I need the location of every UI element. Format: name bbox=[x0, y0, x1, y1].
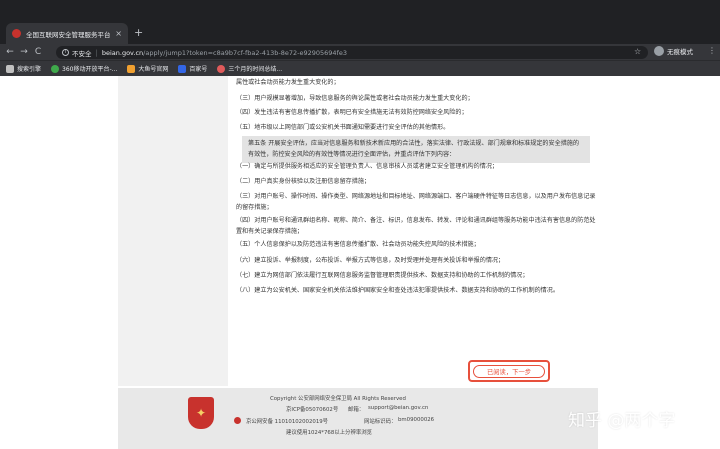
bookmark-label: 搜索引擎 bbox=[17, 66, 42, 73]
folder-icon bbox=[6, 64, 14, 73]
footer-email[interactable]: support@beian.gov.cn bbox=[368, 405, 428, 411]
info-icon[interactable]: i bbox=[62, 49, 69, 56]
zhihu-watermark: 知乎 @两个字 bbox=[568, 411, 676, 431]
left-side-panel bbox=[118, 76, 228, 386]
bookmark-item[interactable]: 360移动开放平台-... bbox=[51, 64, 117, 73]
site-footer: ✦ Copyright 公安部网络安全保卫局 All Rights Reserv… bbox=[118, 388, 598, 449]
browser-tab[interactable]: 全国互联网安全管理服务平台 × bbox=[6, 23, 128, 44]
back-button[interactable]: ← bbox=[3, 44, 17, 60]
security-status[interactable]: 不安全 bbox=[72, 48, 92, 58]
url-host[interactable]: beian.gov.cn bbox=[102, 49, 143, 57]
gongan-badge-icon bbox=[234, 417, 241, 424]
bookmarks-bar: 搜索引擎 360移动开放平台-... 大鱼号官网 百家号 三个月的时间总结... bbox=[0, 60, 720, 76]
footer-resolution-note: 建议使用1024*768以上分辨率浏览 bbox=[286, 430, 373, 436]
footer-email-label: 邮箱： bbox=[348, 407, 365, 413]
bookmark-label: 大鱼号官网 bbox=[138, 66, 169, 73]
browser-menu-icon[interactable]: ⋮ bbox=[708, 46, 716, 55]
agreement-paragraph: （三）对用户账号、操作时间、操作类型、网络源地址和目标地址、网络源端口、客户端硬… bbox=[236, 193, 596, 211]
agreement-paragraph: （四）发生违法有害信息传播扩散，表明已有安全措施无法有效防控网络安全风险的； bbox=[236, 109, 468, 116]
incognito-profile-button[interactable]: 无痕模式 bbox=[654, 46, 693, 56]
highlighted-clause: 第五条 开展安全评估，应当对信息服务和新技术新应用的合法性，落实法律、行政法规、… bbox=[242, 136, 590, 163]
tab-strip: 全国互联网安全管理服务平台 × + bbox=[0, 0, 720, 44]
police-emblem-icon: ✦ bbox=[188, 397, 214, 429]
address-bar[interactable]: i 不安全 | beian.gov.cn /apply/jump1?token=… bbox=[56, 46, 648, 59]
footer-gongan-record[interactable]: 京公网安备 11010102002019号 bbox=[246, 417, 328, 425]
tab-title: 全国互联网安全管理服务平台 bbox=[26, 30, 111, 39]
incognito-icon bbox=[654, 46, 664, 56]
omnibox-separator: | bbox=[95, 48, 98, 57]
agreement-paragraph: （六）建立投诉、举报制度，公布投诉、举报方式等信息，及时受理并处理有关投诉和举报… bbox=[236, 257, 505, 264]
profile-label: 无痕模式 bbox=[667, 48, 693, 56]
bookmark-item[interactable]: 大鱼号官网 bbox=[127, 64, 168, 73]
bookmark-item[interactable]: 三个月的时间总结... bbox=[217, 64, 282, 73]
bookmark-item[interactable]: 百家号 bbox=[178, 64, 207, 73]
bookmark-favicon-icon bbox=[51, 64, 60, 73]
agreement-paragraph: （四）对用户账号和通讯群组名称、昵称、简介、备注、标识，信息发布、转发、评论和通… bbox=[236, 217, 596, 235]
reload-button[interactable]: C bbox=[31, 44, 45, 60]
url-path[interactable]: /apply/jump1?token=c8a9b7cf-fba2-413b-8e… bbox=[143, 49, 347, 57]
agreement-paragraph: （一）确定与所提供服务相适应的安全管理负责人、信息审核人员或者建立安全管理机构的… bbox=[236, 163, 499, 170]
footer-icp[interactable]: 京ICP备05070602号 bbox=[286, 405, 338, 413]
new-tab-button[interactable]: + bbox=[134, 26, 143, 40]
agreement-paragraph: （三）用户规模显著增加，导致信息服务的舆论属性或者社会动员能力发生重大变化的； bbox=[236, 95, 474, 102]
bookmark-favicon-icon bbox=[178, 64, 187, 73]
forward-button[interactable]: → bbox=[17, 44, 31, 60]
agreement-paragraph: （五）地市级以上网信部门或公安机关书面通知需要进行安全评估的其他情形。 bbox=[236, 124, 450, 131]
bookmark-star-icon[interactable]: ☆ bbox=[634, 47, 641, 56]
agreement-paragraph: 属性或社会动员能力发生重大变化的； bbox=[236, 79, 340, 86]
bookmark-label: 360移动开放平台-... bbox=[62, 66, 118, 73]
tab-close-icon[interactable]: × bbox=[115, 29, 122, 38]
agreement-paragraph: （八）建立为公安机关、国家安全机关依法维护国家安全和查处违法犯罪提供技术、数据支… bbox=[236, 287, 559, 294]
page-viewport: 属性或社会动员能力发生重大变化的； （三）用户规模显著增加，导致信息服务的舆论属… bbox=[0, 76, 720, 449]
agreement-paragraph: （五）个人信息保护以及防范违法有害信息传播扩散、社会动员功能失控风险的技术措施； bbox=[236, 241, 480, 248]
bookmark-favicon-icon bbox=[127, 64, 136, 73]
footer-site-code: bm09000026 bbox=[398, 417, 435, 423]
browser-toolbar: ← → C i 不安全 | beian.gov.cn /apply/jump1?… bbox=[0, 44, 720, 60]
agreement-paragraph: （七）建立为网信部门依法履行互联网信息服务监督管理职责提供技术、数据支持和协助的… bbox=[236, 272, 529, 279]
footer-copyright: Copyright 公安部网络安全保卫局 All Rights Reserved bbox=[270, 396, 406, 402]
read-next-button-highlight: 已阅读，下一步 bbox=[468, 360, 550, 382]
bookmark-favicon-icon bbox=[217, 64, 226, 73]
bookmark-item[interactable]: 搜索引擎 bbox=[6, 64, 41, 73]
agreement-paragraph: （二）用户真实身份核验以及注册信息留存措施； bbox=[236, 178, 371, 185]
read-next-button[interactable]: 已阅读，下一步 bbox=[473, 364, 545, 378]
bookmark-label: 百家号 bbox=[189, 66, 208, 73]
bookmark-label: 三个月的时间总结... bbox=[228, 66, 283, 73]
site-favicon-icon bbox=[12, 29, 21, 38]
footer-site-code-label: 网站标识码： bbox=[364, 419, 397, 425]
